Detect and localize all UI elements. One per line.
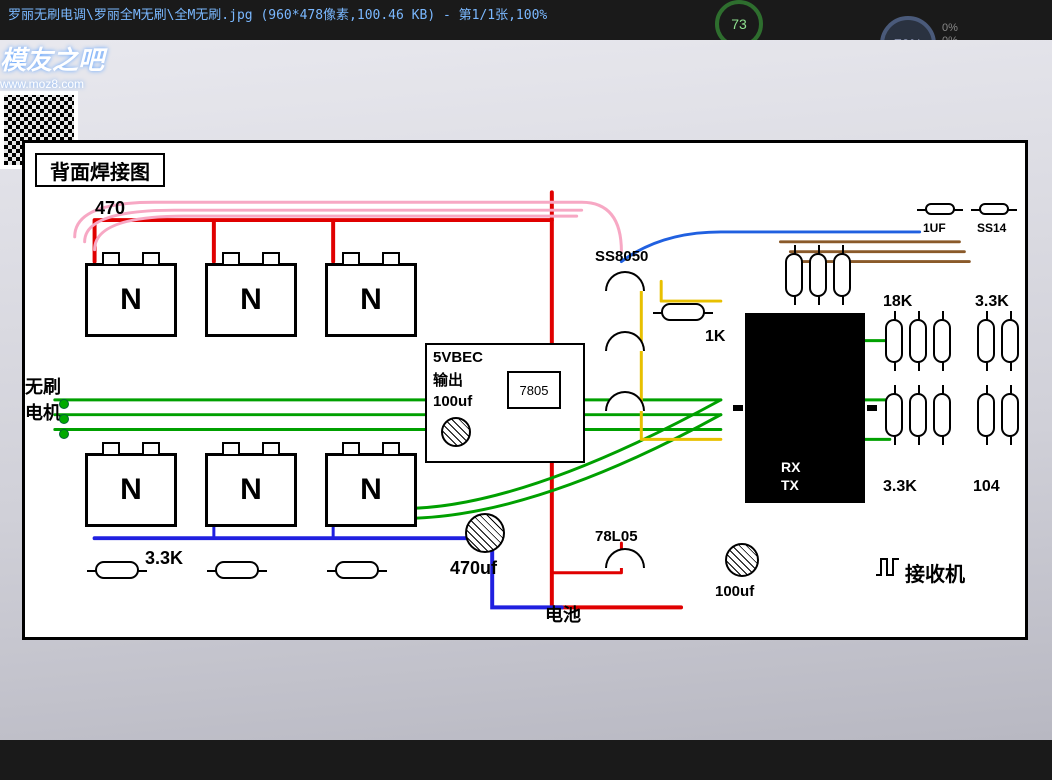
mosfet-n4: N	[85, 453, 177, 527]
label-ss8050: SS8050	[595, 248, 648, 265]
res-bank-a2	[809, 253, 827, 297]
res-18k-1	[885, 319, 903, 363]
res-33k-r3	[977, 393, 995, 437]
res-mid-3	[933, 393, 951, 437]
resistor-llow-2	[215, 561, 259, 579]
label-1uf: 1UF	[923, 221, 946, 235]
label-100uf-b: 100uf	[715, 583, 754, 600]
label-ss14: SS14	[977, 221, 1006, 235]
label-100uf-a: 100uf	[433, 393, 472, 410]
label-3-3k-right: 3.3K	[975, 293, 1009, 311]
res-mid-1	[885, 393, 903, 437]
label-5vbec: 5VBEC	[433, 349, 483, 366]
res-bank-a3	[833, 253, 851, 297]
resistor-1k	[661, 303, 705, 321]
res-18k-3	[933, 319, 951, 363]
label-rx: RX	[781, 459, 800, 475]
cap-1uf	[925, 203, 955, 215]
label-18k: 18K	[883, 293, 912, 311]
label-104: 104	[973, 478, 1000, 496]
watermark: 模友之吧 www.moz8.com	[0, 40, 1052, 91]
res-33k-r4	[1001, 393, 1019, 437]
photo-surface: 背面焊接图	[0, 40, 1052, 740]
label-3-3k-left: 3.3K	[145, 548, 183, 569]
pulse-icon	[875, 555, 901, 579]
label-470uf: 470uf	[450, 558, 497, 579]
cap-470uf	[465, 513, 505, 553]
mosfet-n3: N	[325, 263, 417, 337]
diode-ss14	[979, 203, 1009, 215]
resistor-llow-3	[335, 561, 379, 579]
mosfet-n5: N	[205, 453, 297, 527]
label-battery: 电池	[545, 601, 581, 627]
watermark-text: 模友之吧	[0, 45, 104, 75]
label-receiver: 接收机	[905, 558, 965, 587]
label-vbec-out: 输出	[433, 369, 463, 390]
reg-7805: 7805	[507, 371, 561, 409]
res-33k-r1	[977, 319, 995, 363]
hud-side-top: 0%	[942, 22, 958, 35]
node-m2	[59, 414, 69, 424]
label-1k: 1K	[705, 328, 725, 346]
mosfet-n2: N	[205, 263, 297, 337]
mcu-chip: RX TX	[745, 313, 865, 503]
resistor-llow-1	[95, 561, 139, 579]
node-m3	[59, 429, 69, 439]
hud-green-value: 73	[731, 16, 747, 32]
res-bank-a1	[785, 253, 803, 297]
mosfet-n1: N	[85, 263, 177, 337]
node-m1	[59, 399, 69, 409]
label-tx: TX	[781, 477, 799, 493]
res-mid-2	[909, 393, 927, 437]
res-33k-r2	[1001, 319, 1019, 363]
watermark-url: www.moz8.com	[0, 77, 1052, 91]
label-3-3k-bottom: 3.3K	[883, 478, 917, 496]
regulator-box: 5VBEC 输出 100uf 7805	[425, 343, 585, 463]
cap-100uf-b	[725, 543, 759, 577]
mosfet-n6: N	[325, 453, 417, 527]
circuit-diagram: 背面焊接图	[22, 140, 1028, 640]
label-78l05: 78L05	[595, 528, 638, 545]
label-470: 470	[95, 198, 125, 219]
res-18k-2	[909, 319, 927, 363]
cap-100uf-a	[441, 417, 471, 447]
